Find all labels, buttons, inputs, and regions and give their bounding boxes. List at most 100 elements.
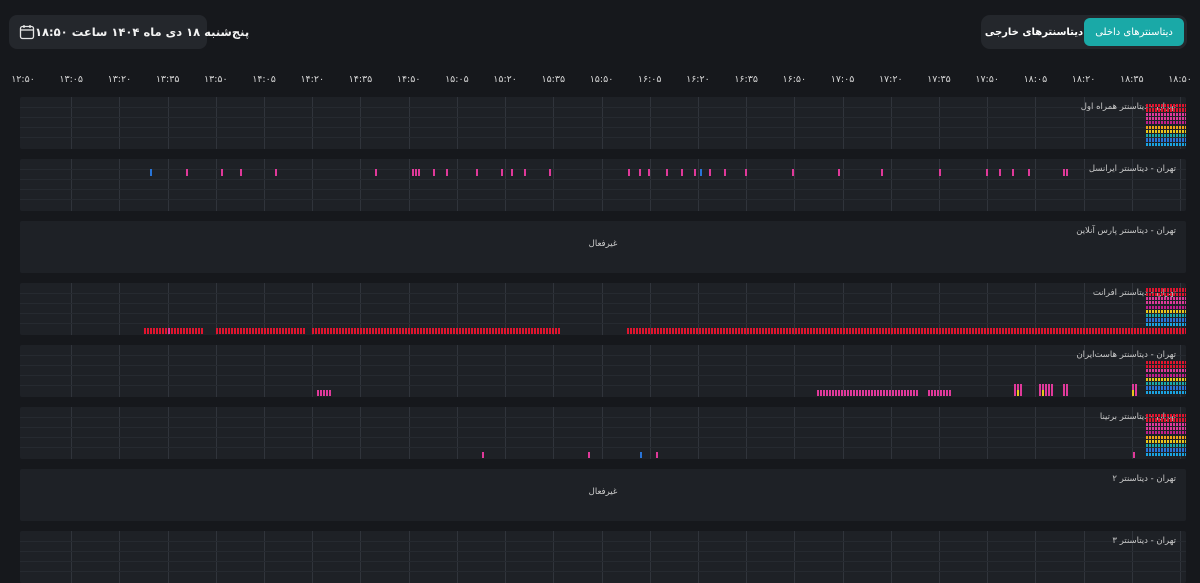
status-mark[interactable]: [1179, 112, 1181, 116]
status-mark[interactable]: [640, 452, 642, 458]
status-mark[interactable]: [966, 328, 968, 334]
status-mark[interactable]: [1170, 322, 1172, 326]
status-mark[interactable]: [1155, 309, 1157, 314]
status-mark[interactable]: [681, 169, 683, 176]
status-mark[interactable]: [1167, 104, 1169, 108]
status-mark[interactable]: [633, 328, 635, 334]
status-mark[interactable]: [660, 328, 662, 334]
status-mark[interactable]: [1164, 309, 1166, 314]
status-mark[interactable]: [1173, 104, 1175, 108]
status-mark[interactable]: [1185, 452, 1186, 456]
status-mark[interactable]: [1161, 386, 1163, 390]
status-mark[interactable]: [546, 328, 548, 334]
status-mark[interactable]: [1146, 414, 1148, 418]
status-mark[interactable]: [1083, 328, 1085, 334]
status-mark[interactable]: [1113, 328, 1115, 334]
status-mark[interactable]: [804, 328, 806, 334]
status-mark[interactable]: [1161, 382, 1163, 386]
status-mark[interactable]: [774, 328, 776, 334]
status-mark[interactable]: [1170, 116, 1172, 121]
status-mark[interactable]: [1155, 305, 1157, 309]
status-mark[interactable]: [1185, 444, 1186, 448]
status-mark[interactable]: [468, 328, 470, 334]
status-mark[interactable]: [501, 328, 503, 334]
status-mark[interactable]: [1161, 134, 1163, 138]
status-mark[interactable]: [700, 169, 702, 176]
status-mark[interactable]: [1158, 439, 1160, 444]
status-mark[interactable]: [1161, 360, 1163, 364]
status-mark[interactable]: [1170, 382, 1172, 386]
status-mark[interactable]: [264, 328, 266, 334]
status-mark[interactable]: [420, 328, 422, 334]
status-mark[interactable]: [1176, 129, 1178, 134]
status-mark[interactable]: [1170, 134, 1172, 138]
status-mark[interactable]: [1185, 309, 1186, 314]
status-mark[interactable]: [1132, 390, 1134, 396]
status-mark[interactable]: [656, 452, 658, 458]
status-mark[interactable]: [261, 328, 263, 334]
status-mark[interactable]: [180, 328, 182, 334]
status-mark[interactable]: [1146, 121, 1148, 125]
status-mark[interactable]: [1158, 328, 1160, 334]
status-mark[interactable]: [1155, 296, 1157, 301]
status-mark[interactable]: [1164, 328, 1166, 334]
status-mark[interactable]: [1158, 414, 1160, 418]
status-mark[interactable]: [489, 328, 491, 334]
status-mark[interactable]: [1152, 369, 1154, 373]
status-mark[interactable]: [273, 328, 275, 334]
status-mark[interactable]: [1167, 305, 1169, 309]
status-mark[interactable]: [1185, 426, 1186, 431]
status-mark[interactable]: [363, 328, 365, 334]
status-mark[interactable]: [186, 328, 188, 334]
status-mark[interactable]: [1146, 386, 1148, 390]
status-mark[interactable]: [895, 390, 897, 396]
status-mark[interactable]: [1179, 377, 1181, 382]
status-mark[interactable]: [549, 169, 551, 176]
status-mark[interactable]: [1185, 377, 1186, 382]
status-mark[interactable]: [1152, 134, 1154, 138]
status-mark[interactable]: [1170, 292, 1172, 296]
status-mark[interactable]: [1155, 435, 1157, 439]
status-mark[interactable]: [1158, 426, 1160, 431]
status-mark[interactable]: [408, 328, 410, 334]
status-mark[interactable]: [1158, 288, 1160, 292]
status-mark[interactable]: [588, 452, 590, 458]
status-mark[interactable]: [960, 328, 962, 334]
status-mark[interactable]: [972, 328, 974, 334]
status-mark[interactable]: [852, 328, 854, 334]
status-mark[interactable]: [1167, 390, 1169, 394]
status-mark[interactable]: [885, 328, 887, 334]
status-mark[interactable]: [1182, 373, 1184, 377]
status-mark[interactable]: [801, 328, 803, 334]
status-mark[interactable]: [711, 328, 713, 334]
status-mark[interactable]: [1185, 386, 1186, 390]
status-mark[interactable]: [946, 390, 948, 396]
status-mark[interactable]: [516, 328, 518, 334]
status-mark[interactable]: [165, 328, 167, 334]
status-mark[interactable]: [1149, 369, 1151, 373]
status-mark[interactable]: [1167, 328, 1169, 334]
status-mark[interactable]: [1062, 328, 1064, 334]
status-mark[interactable]: [855, 328, 857, 334]
status-mark[interactable]: [1146, 288, 1148, 292]
status-mark[interactable]: [898, 390, 900, 396]
status-mark[interactable]: [1182, 377, 1184, 382]
status-mark[interactable]: [1146, 448, 1148, 452]
status-mark[interactable]: [447, 328, 449, 334]
status-mark[interactable]: [1029, 328, 1031, 334]
status-mark[interactable]: [246, 328, 248, 334]
status-mark[interactable]: [1047, 328, 1049, 334]
status-mark[interactable]: [934, 390, 936, 396]
status-mark[interactable]: [1176, 360, 1178, 364]
status-mark[interactable]: [1161, 125, 1163, 129]
status-mark[interactable]: [1149, 314, 1151, 318]
status-mark[interactable]: [999, 169, 1001, 176]
status-mark[interactable]: [1185, 322, 1186, 326]
status-mark[interactable]: [832, 390, 834, 396]
status-mark[interactable]: [486, 328, 488, 334]
status-mark[interactable]: [465, 328, 467, 334]
status-mark[interactable]: [1179, 364, 1181, 369]
status-mark[interactable]: [1146, 296, 1148, 301]
status-mark[interactable]: [1185, 439, 1186, 444]
status-mark[interactable]: [528, 328, 530, 334]
